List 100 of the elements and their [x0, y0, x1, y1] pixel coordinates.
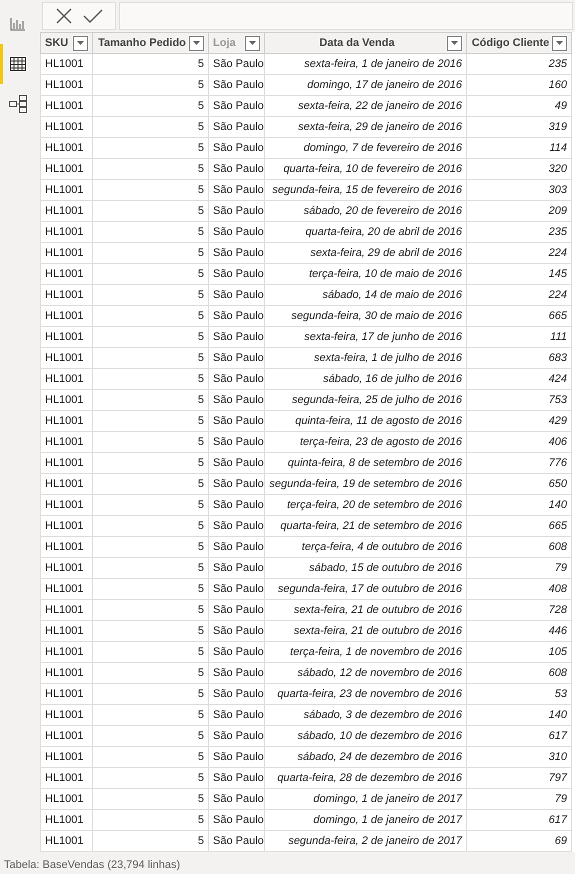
table-cell: 776: [466, 452, 572, 474]
table-cell: HL1001: [40, 306, 92, 326]
table-cell: sexta-feira, 21 de outubro de 2016: [264, 620, 466, 642]
table-cell: sábado, 3 de dezembro de 2016: [264, 704, 466, 726]
table-cell: São Paulo: [208, 348, 264, 368]
table-cell: 5: [92, 452, 208, 474]
table-cell: domingo, 1 de janeiro de 2017: [264, 810, 466, 830]
table-cell: terça-feira, 10 de maio de 2016: [264, 264, 466, 284]
table-cell: terça-feira, 1 de novembro de 2016: [264, 642, 466, 662]
table-cell: sábado, 14 de maio de 2016: [264, 284, 466, 306]
table-cell: quarta-feira, 10 de fevereiro de 2016: [264, 158, 466, 180]
table-cell: 5: [92, 810, 208, 830]
table-cell: 5: [92, 432, 208, 452]
filter-dropdown[interactable]: [552, 36, 567, 50]
column-header[interactable]: Tamanho Pedido: [92, 32, 208, 54]
table-cell: sábado, 10 de dezembro de 2016: [264, 726, 466, 746]
caret-icon: [193, 41, 200, 45]
table-cell: HL1001: [40, 158, 92, 180]
table-cell: HL1001: [40, 684, 92, 704]
filter-dropdown[interactable]: [447, 36, 462, 50]
table-cell: 406: [466, 432, 572, 452]
table-cell: São Paulo: [208, 242, 264, 264]
table-cell: 105: [466, 642, 572, 662]
column-header[interactable]: Data da Venda: [264, 32, 466, 54]
table-cell: São Paulo: [208, 726, 264, 746]
table-cell: 753: [466, 390, 572, 410]
caret-icon: [77, 41, 84, 45]
table-cell: 320: [466, 158, 572, 180]
table-cell: 429: [466, 410, 572, 432]
table-cell: 5: [92, 284, 208, 306]
table-cell: segunda-feira, 17 de outubro de 2016: [264, 578, 466, 600]
table-cell: 224: [466, 284, 572, 306]
table-cell: São Paulo: [208, 306, 264, 326]
table-cell: HL1001: [40, 830, 92, 852]
table-cell: 235: [466, 222, 572, 242]
table-cell: São Paulo: [208, 830, 264, 852]
table-cell: HL1001: [40, 536, 92, 558]
caret-icon: [249, 41, 256, 45]
cancel-button[interactable]: [55, 7, 73, 25]
table-cell: 5: [92, 600, 208, 620]
table-cell: 53: [466, 684, 572, 704]
table-cell: 797: [466, 768, 572, 788]
table-cell: sábado, 12 de novembro de 2016: [264, 662, 466, 684]
table-cell: 5: [92, 662, 208, 684]
table-cell: quarta-feira, 23 de novembro de 2016: [264, 684, 466, 704]
table-cell: quinta-feira, 11 de agosto de 2016: [264, 410, 466, 432]
table-cell: segunda-feira, 25 de julho de 2016: [264, 390, 466, 410]
table-cell: 5: [92, 200, 208, 222]
table-cell: HL1001: [40, 326, 92, 348]
table-cell: São Paulo: [208, 452, 264, 474]
table-cell: domingo, 17 de janeiro de 2016: [264, 74, 466, 96]
table-cell: 5: [92, 768, 208, 788]
table-cell: HL1001: [40, 200, 92, 222]
table-cell: HL1001: [40, 726, 92, 746]
table-cell: 235: [466, 54, 572, 74]
table-cell: São Paulo: [208, 746, 264, 768]
table-cell: São Paulo: [208, 74, 264, 96]
table-cell: São Paulo: [208, 810, 264, 830]
table-cell: HL1001: [40, 96, 92, 116]
formula-input[interactable]: [119, 2, 573, 30]
filter-dropdown[interactable]: [189, 36, 204, 50]
table-cell: HL1001: [40, 410, 92, 432]
table-cell: quinta-feira, 8 de setembro de 2016: [264, 452, 466, 474]
table-cell: HL1001: [40, 138, 92, 158]
table-cell: 5: [92, 684, 208, 704]
table-cell: São Paulo: [208, 222, 264, 242]
table-cell: 665: [466, 306, 572, 326]
table-cell: 5: [92, 516, 208, 536]
table-cell: quarta-feira, 20 de abril de 2016: [264, 222, 466, 242]
filter-dropdown[interactable]: [73, 36, 88, 50]
table-cell: São Paulo: [208, 558, 264, 578]
close-icon: [55, 7, 73, 25]
confirm-button[interactable]: [83, 8, 103, 24]
table-cell: HL1001: [40, 600, 92, 620]
table-cell: São Paulo: [208, 662, 264, 684]
table-cell: São Paulo: [208, 264, 264, 284]
table-cell: HL1001: [40, 746, 92, 768]
table-cell: 5: [92, 306, 208, 326]
table-cell: São Paulo: [208, 54, 264, 74]
table-cell: 728: [466, 600, 572, 620]
table-cell: HL1001: [40, 264, 92, 284]
table-cell: São Paulo: [208, 684, 264, 704]
column-header[interactable]: SKU: [40, 32, 92, 54]
table-cell: 5: [92, 558, 208, 578]
table-cell: 5: [92, 264, 208, 284]
table-cell: 5: [92, 620, 208, 642]
table-cell: 408: [466, 578, 572, 600]
table-cell: sexta-feira, 29 de abril de 2016: [264, 242, 466, 264]
column-header[interactable]: Código Cliente: [466, 32, 572, 54]
table-cell: 5: [92, 746, 208, 768]
table-cell: São Paulo: [208, 620, 264, 642]
table-cell: HL1001: [40, 620, 92, 642]
table-cell: terça-feira, 20 de setembro de 2016: [264, 494, 466, 516]
table-cell: HL1001: [40, 642, 92, 662]
table-cell: segunda-feira, 19 de setembro de 2016: [264, 474, 466, 494]
table-cell: HL1001: [40, 558, 92, 578]
filter-dropdown[interactable]: [245, 36, 260, 50]
table-cell: São Paulo: [208, 158, 264, 180]
table-cell: 5: [92, 704, 208, 726]
table-cell: domingo, 7 de fevereiro de 2016: [264, 138, 466, 158]
